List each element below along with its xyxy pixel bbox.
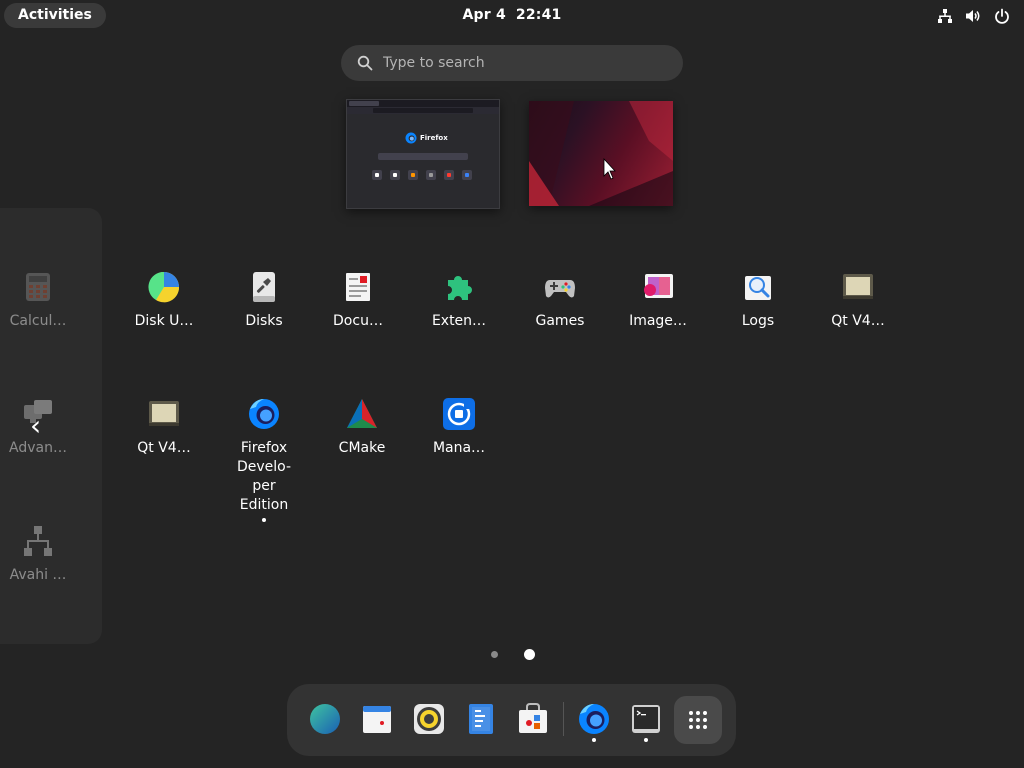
app-qt-v4l2[interactable]: Qt V4… (119, 397, 209, 458)
clock-button[interactable]: Apr 4 22:41 (0, 7, 1024, 23)
app-label-line: Firefox (240, 440, 288, 456)
app-label: Disk U… (134, 313, 194, 329)
firefox-developer-icon (249, 399, 279, 429)
app-label: Qt V4… (831, 313, 885, 329)
document-viewer-icon (346, 273, 370, 301)
app-games[interactable]: Games (515, 270, 605, 331)
app-label-line: Edition (239, 497, 289, 513)
firefox-tab (349, 101, 379, 106)
text-editor-icon[interactable] (464, 702, 498, 736)
app-label: Qt V4… (137, 440, 191, 456)
app-label: Games (535, 313, 585, 329)
workspace-thumbnail[interactable] (529, 101, 673, 206)
calendar-icon[interactable] (360, 702, 394, 736)
power-icon[interactable] (994, 8, 1010, 24)
show-apps-icon (689, 711, 707, 729)
dash (287, 684, 736, 756)
clock-date: Apr 4 (462, 7, 506, 23)
search-icon (357, 55, 373, 71)
app-manager[interactable]: Mana… (414, 397, 504, 458)
app-label: Mana… (432, 440, 486, 456)
rhythmbox-icon[interactable] (412, 702, 446, 736)
firefox-top-sites (372, 170, 472, 180)
logs-icon (745, 276, 771, 300)
terminal-icon[interactable] (629, 702, 663, 736)
firefox-brand: Firefox (405, 132, 448, 144)
qt-v4l2-icon (149, 401, 179, 426)
app-advanced-network[interactable]: Advan… (0, 397, 83, 458)
top-site-tile (462, 170, 472, 180)
top-site-tile (444, 170, 454, 180)
software-store-icon[interactable] (516, 702, 550, 736)
page-indicator-2[interactable] (524, 649, 535, 660)
volume-icon[interactable] (965, 8, 982, 24)
avahi-network-icon (24, 526, 52, 556)
top-site-tile (390, 170, 400, 180)
app-document-viewer[interactable]: Docu… (313, 270, 403, 331)
app-disks[interactable]: Disks (219, 270, 309, 331)
app-label: Logs (741, 313, 775, 329)
app-label: Firefox Develo- per Edition (229, 439, 299, 515)
top-bar: Activities Apr 4 22:41 (0, 0, 1024, 32)
top-site-tile (408, 170, 418, 180)
app-label-line: per (252, 478, 276, 494)
image-viewer-icon (644, 274, 673, 298)
clock-time: 22:41 (515, 7, 562, 23)
app-disk-usage[interactable]: Disk U… (119, 270, 209, 331)
app-label: Image… (629, 313, 687, 329)
app-label: Avahi … (9, 567, 67, 583)
firefox-toolbar (347, 107, 499, 114)
firefox-url-bar (373, 108, 473, 113)
app-cmake[interactable]: CMake (317, 397, 407, 458)
firefox-logo-icon (405, 132, 417, 144)
running-indicator (644, 738, 648, 742)
app-label: Docu… (333, 313, 383, 329)
app-label: CMake (338, 440, 386, 456)
running-indicator (592, 738, 596, 742)
disks-icon (253, 272, 275, 302)
app-label: Advan… (9, 440, 67, 456)
app-label-line: Develo- (236, 459, 292, 475)
app-label: Calcul… (9, 313, 67, 329)
app-logs[interactable]: Logs (713, 270, 803, 331)
app-label: Disks (245, 313, 283, 329)
top-site-tile (426, 170, 436, 180)
firefox-developer-icon[interactable] (577, 702, 611, 736)
chevron-left-icon[interactable]: ‹ (30, 412, 41, 440)
firefox-search-box (378, 153, 468, 160)
app-image-viewer[interactable]: Image… (613, 270, 703, 331)
running-indicator (262, 518, 266, 522)
firefox-tab-strip (347, 100, 499, 107)
search-input[interactable] (383, 45, 663, 81)
disk-usage-icon (148, 271, 180, 303)
firefox-window-thumbnail[interactable]: Firefox (346, 99, 500, 209)
firefox-brand-text: Firefox (420, 134, 448, 142)
show-apps-button[interactable] (674, 696, 722, 744)
app-extensions[interactable]: Exten… (414, 270, 504, 331)
app-calculator[interactable]: Calcul… (0, 270, 83, 331)
app-label: Exten… (431, 313, 487, 329)
app-qt-v4l2[interactable]: Qt V4… (813, 270, 903, 331)
app-avahi[interactable]: Avahi … (0, 524, 83, 585)
system-tray[interactable] (937, 8, 1010, 24)
network-wired-icon[interactable] (937, 8, 953, 24)
extensions-icon (448, 276, 472, 300)
qt-v4l2-icon (843, 274, 873, 299)
page-indicator-1[interactable] (491, 651, 498, 658)
top-site-tile (372, 170, 382, 180)
gamepad-icon (545, 280, 575, 298)
app-firefox-developer-edition[interactable]: Firefox Develo- per Edition (219, 397, 309, 522)
calculator-icon (26, 273, 50, 301)
search-entry[interactable] (341, 45, 683, 81)
dash-separator (563, 702, 564, 736)
cmake-icon (347, 399, 377, 428)
browser-globe-icon[interactable] (308, 702, 342, 736)
manager-icon (443, 398, 475, 430)
mouse-cursor-icon (529, 101, 673, 206)
